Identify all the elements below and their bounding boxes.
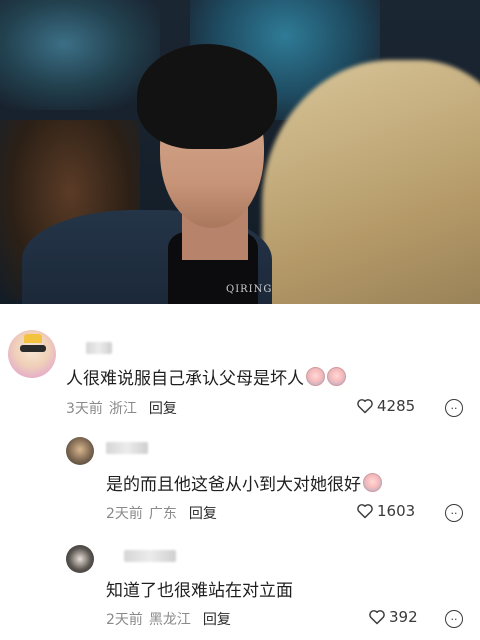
avatar[interactable]: [66, 437, 94, 465]
reply-button[interactable]: 回复: [203, 612, 231, 628]
comment-time: 3天前: [66, 401, 103, 417]
comment-time: 2天前: [106, 612, 143, 628]
emoji-react-icon[interactable]: ··: [445, 504, 463, 522]
cry-laugh-emoji: [306, 367, 325, 386]
comment-meta: 2天前 广东 回复: [106, 503, 217, 523]
avatar[interactable]: [8, 330, 56, 378]
comment-location: 浙江: [108, 401, 137, 417]
heart-outline-icon: [357, 504, 373, 519]
sunglasses-icon: [20, 345, 46, 352]
heart-outline-icon: [369, 610, 385, 625]
comment-text: 知道了也很难站在对立面: [106, 581, 293, 601]
video-frame[interactable]: QIRING: [0, 0, 480, 304]
like-button[interactable]: 1603: [356, 502, 415, 520]
comment-meta: 3天前 浙江 回复: [66, 398, 177, 418]
emoji-react-icon[interactable]: ··: [445, 399, 463, 417]
crown-icon: [24, 334, 42, 343]
username-blurred[interactable]: [86, 342, 112, 354]
username-blurred[interactable]: [124, 550, 176, 562]
like-button[interactable]: 4285: [356, 397, 415, 415]
emoji-react-icon[interactable]: ··: [445, 610, 463, 628]
video-watermark: QIRING: [226, 284, 273, 295]
reply-button[interactable]: 回复: [149, 401, 177, 417]
comment-text: 是的而且他这爸从小到大对她很好: [106, 470, 382, 495]
background-light: [0, 0, 160, 110]
comment-location: 广东: [148, 506, 177, 522]
username-blurred[interactable]: [106, 442, 148, 454]
like-count: 1603: [377, 502, 416, 520]
comment-meta: 2天前 黑龙江 回复: [106, 609, 231, 629]
cry-laugh-emoji: [363, 473, 382, 492]
comment-text: 人很难说服自己承认父母是坏人: [66, 364, 346, 389]
reply-button[interactable]: 回复: [189, 506, 217, 522]
like-count: 4285: [377, 397, 416, 415]
man-hair: [137, 44, 277, 149]
heart-outline-icon: [357, 399, 373, 414]
cry-laugh-emoji: [327, 367, 346, 386]
comment-location: 黑龙江: [148, 612, 191, 628]
avatar[interactable]: [66, 545, 94, 573]
comment-time: 2天前: [106, 506, 143, 522]
like-count: 392: [389, 608, 418, 626]
like-button[interactable]: 392: [368, 608, 418, 626]
